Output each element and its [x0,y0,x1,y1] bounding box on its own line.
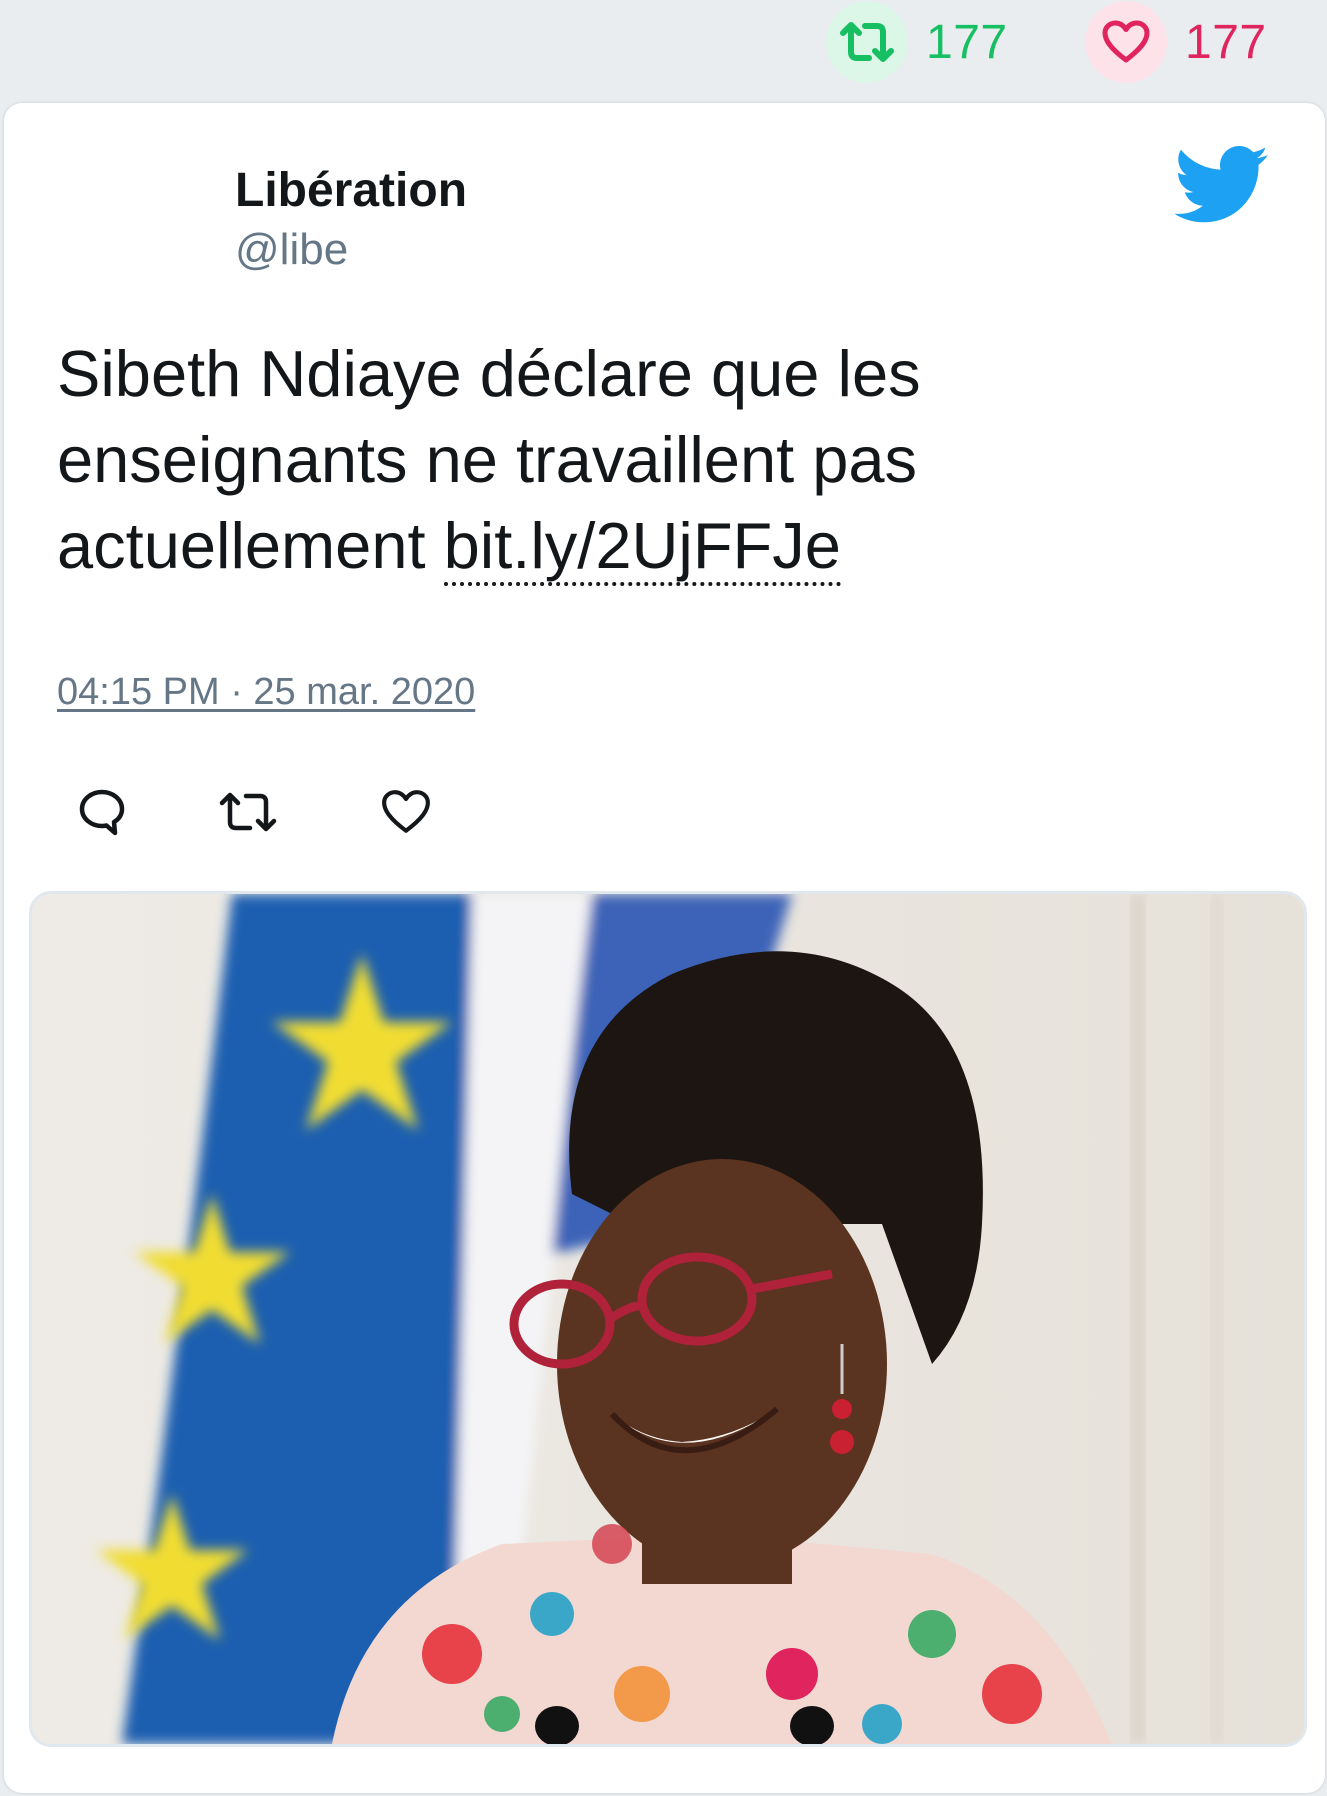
tweet-timestamp[interactable]: 04:15 PM · 25 mar. 2020 [57,671,475,714]
tweet-link[interactable]: bit.ly/2UjFFJe [443,509,841,586]
like-stat[interactable]: 177 [1085,0,1267,84]
retweet-stat[interactable]: 177 [826,0,1008,84]
tweet-text: Sibeth Ndiaye déclare que les enseignant… [57,331,1057,589]
heart-icon [381,789,431,840]
twitter-bird-icon[interactable] [1174,146,1270,226]
tweet-media-photo[interactable] [29,891,1307,1747]
retweet-icon [218,790,278,839]
tweet-card: Libération @libe Sibeth Ndiaye déclare q… [4,103,1325,1793]
like-count: 177 [1185,15,1267,69]
retweet-button[interactable] [218,786,278,842]
retweet-count: 177 [926,15,1008,69]
photo-illustration [32,894,1304,1744]
author-handle[interactable]: @libe [235,225,348,275]
reply-bubble-icon [77,787,127,842]
heart-icon[interactable] [1085,1,1167,83]
retweet-icon[interactable] [826,1,908,83]
author-name[interactable]: Libération [235,163,467,218]
reply-button[interactable] [74,786,130,842]
like-button[interactable] [378,786,434,842]
engagement-summary: 177 177 [0,0,1327,100]
